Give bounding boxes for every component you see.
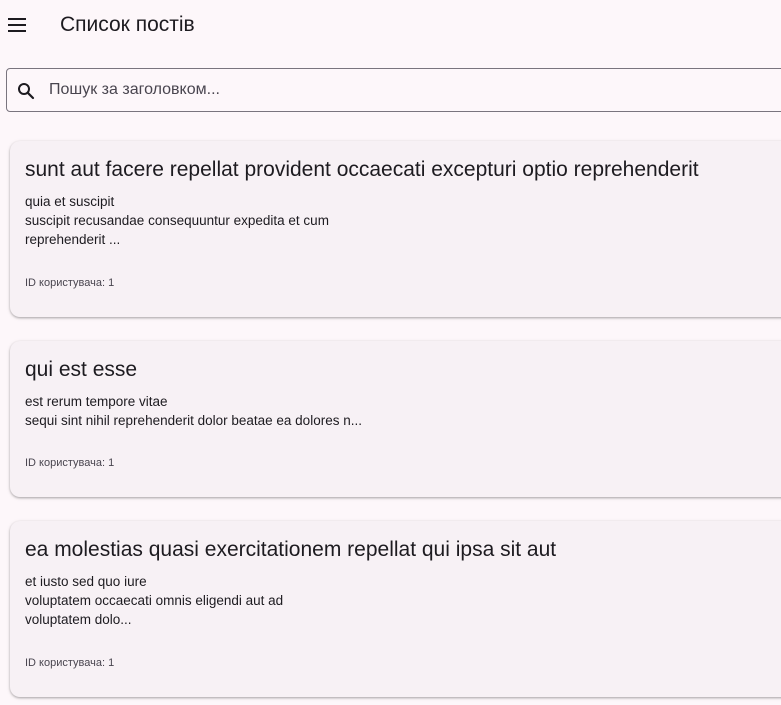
post-title: qui est esse	[25, 358, 138, 381]
app-bar: Список постів	[0, 0, 781, 50]
search-input[interactable]	[49, 69, 749, 111]
post-user-id: ID користувача: 1	[25, 277, 115, 289]
search-field[interactable]	[6, 68, 781, 112]
post-body: est rerum tempore vitae sequi sint nihil…	[25, 394, 362, 428]
post-user-id: ID користувача: 1	[25, 657, 115, 669]
post-card[interactable]: qui est esse est rerum tempore vitae seq…	[10, 341, 781, 497]
post-card[interactable]: ea molestias quasi exercitationem repell…	[10, 521, 781, 697]
post-body: et iusto sed quo iure voluptatem occaeca…	[25, 574, 284, 627]
post-title: sunt aut facere repellat provident occae…	[25, 158, 699, 181]
post-user-id: ID користувача: 1	[25, 457, 115, 469]
page-title: Список постів	[60, 13, 195, 36]
menu-icon[interactable]	[6, 14, 28, 36]
post-card[interactable]: sunt aut facere repellat provident occae…	[10, 141, 781, 317]
post-body: quia et suscipit suscipit recusandae con…	[25, 194, 329, 247]
post-title: ea molestias quasi exercitationem repell…	[25, 538, 557, 561]
search-icon	[18, 83, 35, 100]
